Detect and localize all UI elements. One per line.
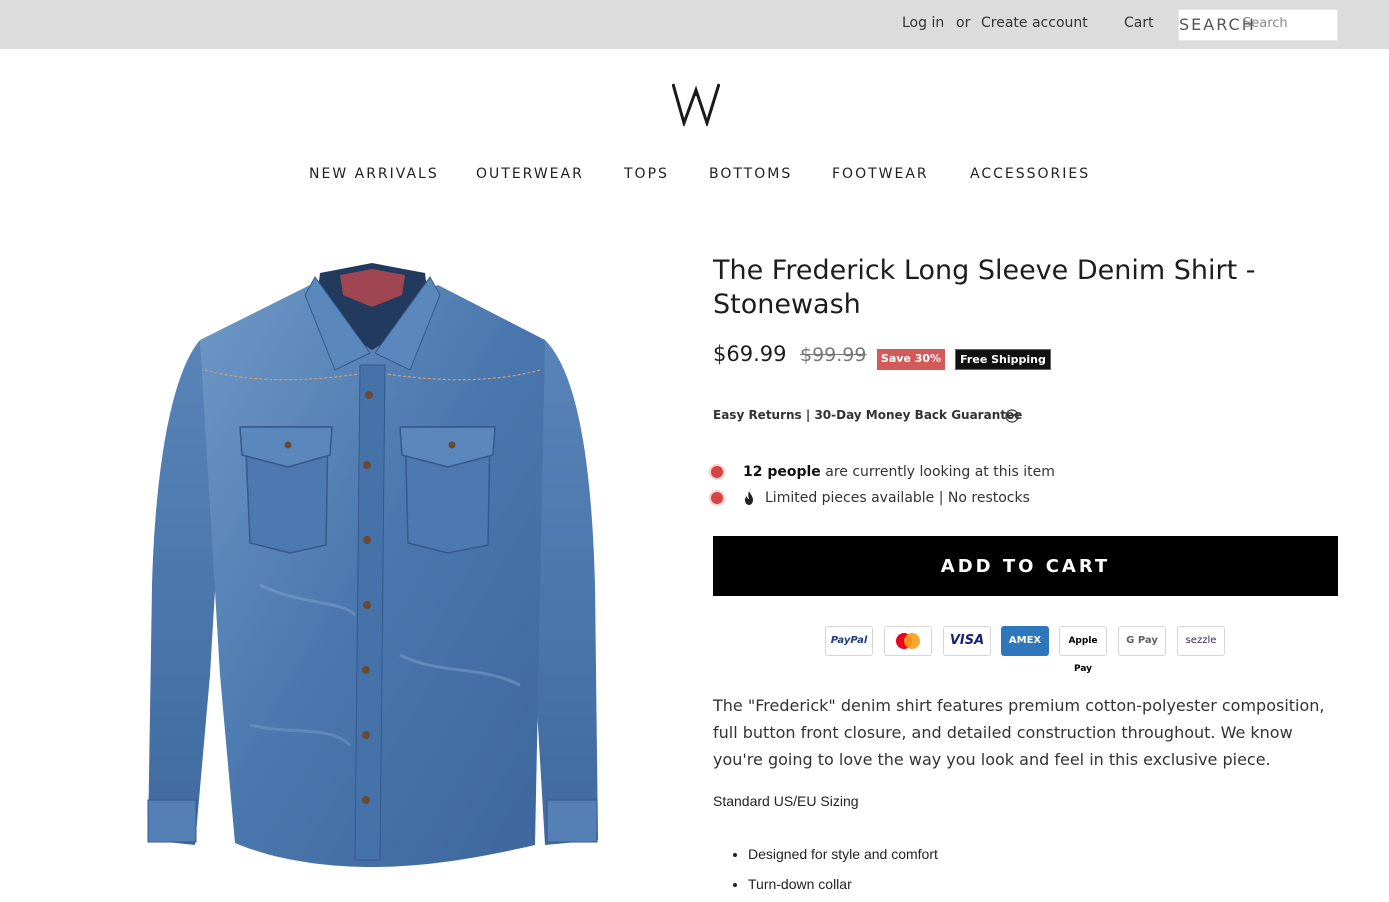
free-shipping-badge: Free Shipping [955, 349, 1051, 370]
login-link[interactable]: Log in [902, 15, 944, 31]
or-separator: or [956, 15, 971, 31]
nav-item-bottoms[interactable]: BOTTOMS [709, 166, 792, 182]
live-dot-icon [711, 492, 723, 504]
list-item: Designed for style and comfort [748, 839, 1308, 869]
viewers-count: 12 people [743, 464, 821, 480]
viewers-text: are currently looking at this item [820, 464, 1055, 480]
stock-text: Limited pieces available | No restocks [765, 490, 1030, 506]
product-price: $69.99 [713, 342, 787, 366]
logo-icon [672, 83, 720, 126]
search-input[interactable] [1243, 16, 1333, 31]
apple-pay-icon: Apple Pay [1059, 626, 1107, 674]
top-bar: Log in or Create account Cart SEARCH [0, 0, 1389, 49]
nav-item-tops[interactable]: TOPS [624, 166, 669, 182]
nav-item-accessories[interactable]: ACCESSORIES [970, 166, 1090, 182]
search-box: SEARCH [1178, 9, 1338, 41]
guarantee-text: Easy Returns | 30-Day Money Back Guarant… [713, 408, 1023, 422]
nav-item-new-arrivals[interactable]: NEW ARRIVALS [309, 166, 439, 182]
save-badge: Save 30% [877, 349, 945, 370]
paypal-icon: PayPal [825, 626, 873, 656]
product-description: The "Frederick" denim shirt features pre… [713, 696, 1325, 769]
sizing-note: Standard US/EU Sizing [713, 793, 859, 809]
cart-link[interactable]: Cart [1124, 15, 1154, 31]
visa-icon: VISA [943, 626, 991, 656]
create-account-link[interactable]: Create account [981, 15, 1088, 31]
mastercard-icon [884, 626, 932, 656]
product-image[interactable] [140, 255, 605, 875]
nav-item-outerwear[interactable]: OUTERWEAR [476, 166, 584, 182]
flame-icon [745, 491, 753, 505]
list-item: Turn-down collar [748, 869, 1308, 899]
sezzle-icon: sezzle [1177, 626, 1225, 656]
live-dot-icon [711, 466, 723, 478]
add-to-cart-button[interactable]: ADD TO CART [713, 536, 1338, 596]
feature-list: Designed for style and comfort Turn-down… [748, 839, 1308, 899]
amex-icon: AMEX [1001, 626, 1049, 656]
product-title: The Frederick Long Sleeve Denim Shirt - … [713, 255, 1256, 320]
nav-item-footwear[interactable]: FOOTWEAR [832, 166, 929, 182]
google-pay-icon: G Pay [1118, 626, 1166, 656]
check-badge-icon [1005, 409, 1019, 423]
compare-at-price: $99.99 [800, 344, 867, 366]
